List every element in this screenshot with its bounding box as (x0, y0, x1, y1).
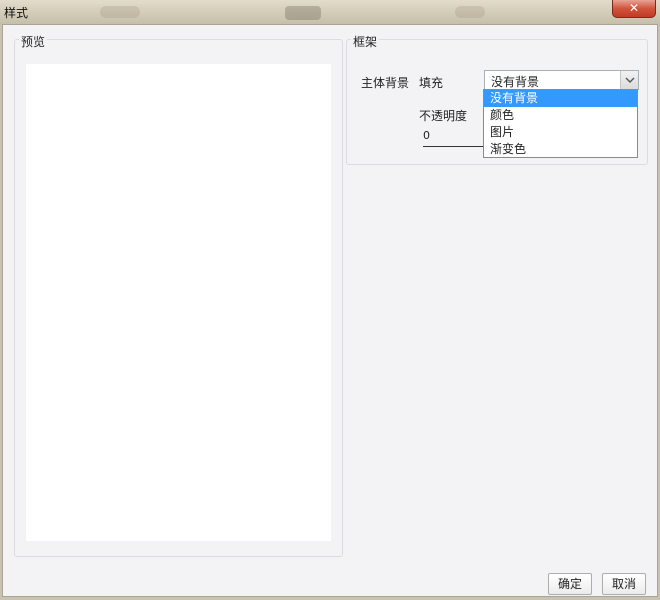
opacity-value: 0 (423, 129, 430, 142)
preview-legend: 预览 (19, 33, 48, 50)
dropdown-option-color[interactable]: 颜色 (484, 107, 637, 124)
cancel-button[interactable]: 取消 (602, 573, 646, 595)
fill-dropdown-list[interactable]: 没有背景 颜色 图片 渐变色 (483, 89, 638, 158)
fill-label: 填充 (419, 76, 444, 90)
dropdown-option-image[interactable]: 图片 (484, 124, 637, 141)
frame-legend: 框架 (351, 33, 380, 50)
dropdown-option-gradient[interactable]: 渐变色 (484, 141, 637, 158)
fill-select[interactable]: 没有背景 (484, 70, 639, 90)
background-blur (285, 6, 321, 20)
preview-group: 预览 (14, 33, 343, 557)
close-button[interactable]: ✕ (612, 0, 656, 18)
body-background-label: 主体背景 (361, 76, 410, 90)
opacity-field[interactable]: 0 (423, 129, 485, 147)
background-blur (100, 6, 140, 18)
window-title: 样式 (4, 6, 29, 20)
preview-canvas (26, 64, 331, 541)
background-blur (455, 6, 485, 18)
dropdown-option-none[interactable]: 没有背景 (484, 90, 637, 107)
ok-button[interactable]: 确定 (548, 573, 592, 595)
title-bar[interactable]: 样式 ✕ (0, 0, 660, 24)
opacity-label: 不透明度 (419, 109, 468, 123)
chevron-down-icon (625, 77, 635, 83)
fill-select-value: 没有背景 (491, 75, 540, 89)
close-icon: ✕ (628, 1, 640, 15)
fill-select-toggle[interactable] (620, 71, 638, 89)
